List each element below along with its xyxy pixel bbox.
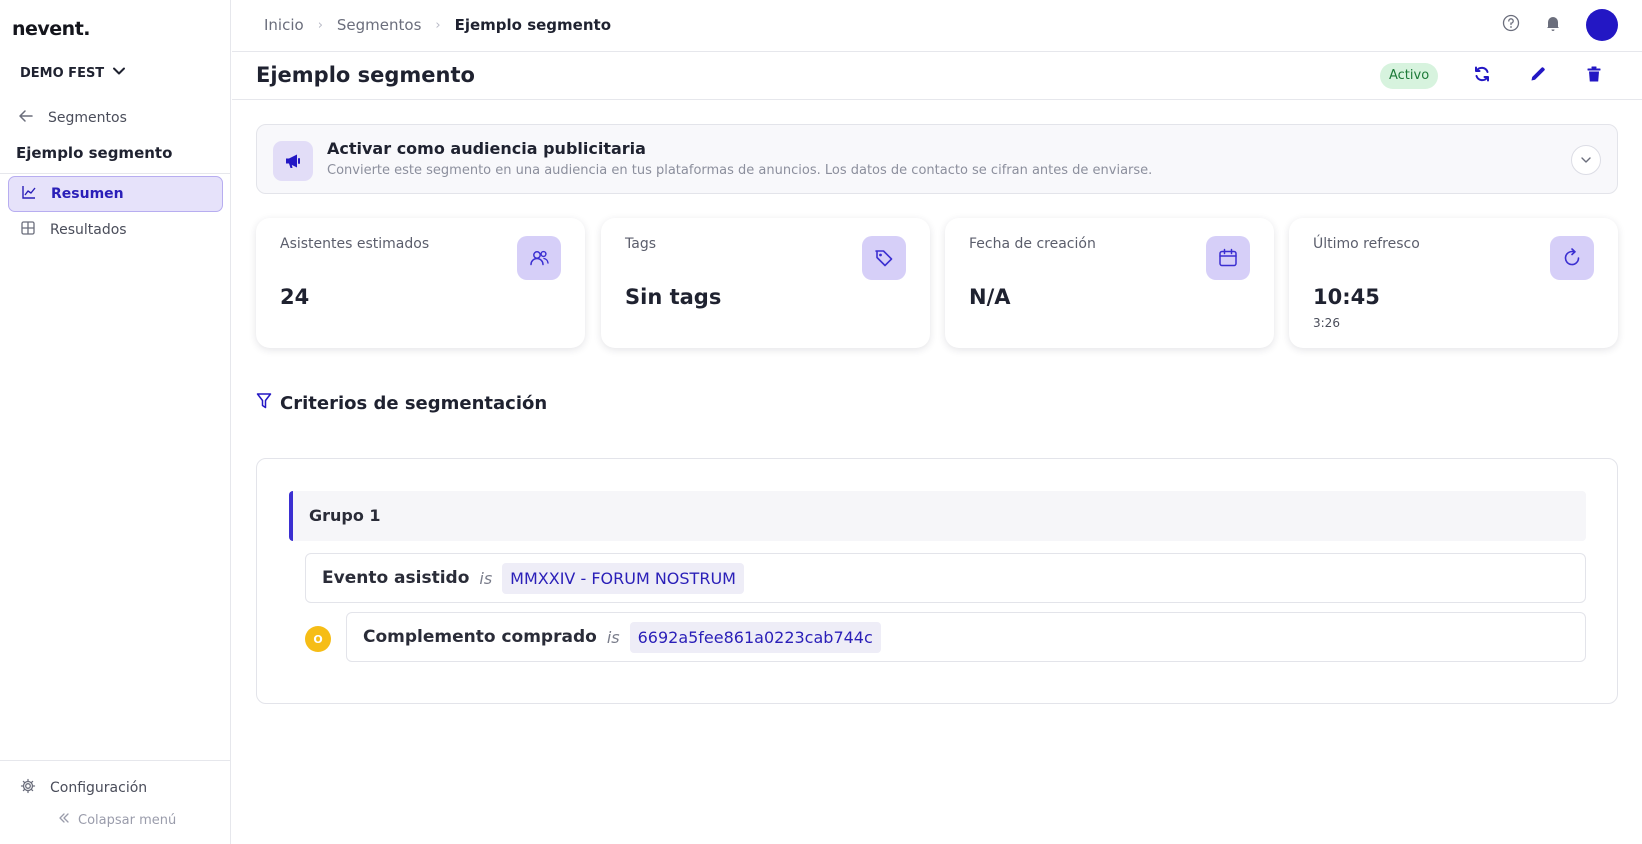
stat-label: Último refresco [1313, 236, 1420, 252]
chevron-right-icon: › [317, 17, 323, 33]
chevron-down-icon [112, 64, 126, 82]
tag-icon [862, 236, 906, 280]
stat-card-asistentes: Asistentes estimados 24 [256, 218, 585, 348]
sidebar-item-resultados[interactable]: Resultados [8, 212, 223, 248]
sidebar-item-resumen[interactable]: Resumen [8, 176, 223, 212]
chevron-down-icon [1580, 151, 1592, 170]
page-title: Ejemplo segmento [256, 63, 475, 87]
org-selector[interactable]: DEMO FEST [20, 64, 126, 82]
ad-audience-banner: Activar como audiencia publicitaria Conv… [256, 124, 1618, 194]
group-header: Grupo 1 [289, 491, 1586, 541]
chart-line-icon [21, 184, 37, 204]
stat-card-fecha: Fecha de creación N/A [945, 218, 1274, 348]
condition-row: Evento asistido is MMXXIV - FORUM NOSTRU… [305, 553, 1586, 603]
criteria-title: Criterios de segmentación [280, 393, 548, 414]
condition-value[interactable]: 6692a5fee861a0223cab744c [629, 621, 881, 653]
status-badge: Activo [1380, 63, 1439, 89]
back-label: Segmentos [48, 110, 127, 126]
org-name: DEMO FEST [20, 65, 105, 81]
stat-value: 10:45 [1313, 285, 1380, 309]
stat-label: Fecha de creación [969, 236, 1096, 252]
condition-field: Complemento comprado [363, 627, 597, 647]
gear-icon [20, 778, 36, 798]
filter-icon [256, 392, 272, 415]
stat-label: Asistentes estimados [280, 236, 430, 252]
stat-value: N/A [969, 285, 1011, 309]
help-icon[interactable] [1502, 14, 1520, 36]
bell-icon[interactable] [1544, 14, 1562, 36]
divider [0, 760, 231, 761]
condition-row: Complemento comprado is 6692a5fee861a022… [346, 612, 1586, 662]
megaphone-icon [273, 141, 313, 181]
divider [0, 173, 231, 174]
condition-field: Evento asistido [322, 568, 470, 588]
refresh-icon [1473, 65, 1491, 87]
config-label: Configuración [50, 780, 148, 796]
condition-value[interactable]: MMXXIV - FORUM NOSTRUM [502, 562, 744, 594]
stat-subvalue: 3:26 [1313, 316, 1340, 330]
table-icon [20, 220, 36, 240]
refresh-icon [1550, 236, 1594, 280]
breadcrumb-segmentos[interactable]: Segmentos [337, 16, 422, 34]
sidebar: nevent. DEMO FEST Segmentos Ejemplo segm… [0, 0, 231, 844]
sidebar-segment-name: Ejemplo segmento [16, 144, 173, 162]
stat-card-refresco: Último refresco 10:45 3:26 [1289, 218, 1618, 348]
or-badge: O [305, 626, 331, 652]
collapse-menu-button[interactable]: Colapsar menú [58, 812, 176, 828]
criteria-heading: Criterios de segmentación [256, 392, 547, 415]
breadcrumb-inicio[interactable]: Inicio [264, 16, 304, 34]
avatar[interactable] [1586, 9, 1618, 41]
arrow-left-icon [18, 108, 34, 128]
chevrons-left-icon [58, 812, 70, 828]
back-to-segments-link[interactable]: Segmentos [18, 108, 127, 128]
sidebar-item-configuracion[interactable]: Configuración [20, 778, 147, 798]
users-icon [517, 236, 561, 280]
top-bar: Inicio › Segmentos › Ejemplo segmento [232, 0, 1642, 52]
criteria-container: Grupo 1 Evento asistido is MMXXIV - FORU… [256, 458, 1618, 704]
calendar-icon [1206, 236, 1250, 280]
stat-label: Tags [625, 236, 656, 252]
collapse-label: Colapsar menú [78, 812, 177, 828]
banner-subtitle: Convierte este segmento en una audiencia… [327, 163, 1153, 178]
sidebar-item-label: Resumen [51, 186, 124, 202]
stat-value: 24 [280, 285, 310, 309]
banner-expand-button[interactable] [1571, 145, 1601, 175]
banner-title: Activar como audiencia publicitaria [327, 139, 646, 158]
group-label: Grupo 1 [309, 506, 381, 525]
page-header: Ejemplo segmento Activo [232, 52, 1642, 100]
logo: nevent. [12, 18, 91, 40]
delete-button[interactable] [1582, 64, 1606, 88]
breadcrumb: Inicio › Segmentos › Ejemplo segmento [264, 16, 611, 34]
edit-button[interactable] [1526, 64, 1550, 88]
stat-card-tags: Tags Sin tags [601, 218, 930, 348]
sidebar-item-label: Resultados [50, 222, 127, 238]
refresh-button[interactable] [1470, 64, 1494, 88]
chevron-right-icon: › [435, 17, 441, 33]
top-actions [1502, 9, 1618, 41]
breadcrumb-current: Ejemplo segmento [454, 16, 612, 34]
stat-value: Sin tags [625, 285, 722, 309]
pencil-icon [1529, 65, 1547, 87]
trash-icon [1585, 65, 1603, 87]
condition-operator: is [479, 568, 493, 588]
condition-operator: is [606, 627, 620, 647]
